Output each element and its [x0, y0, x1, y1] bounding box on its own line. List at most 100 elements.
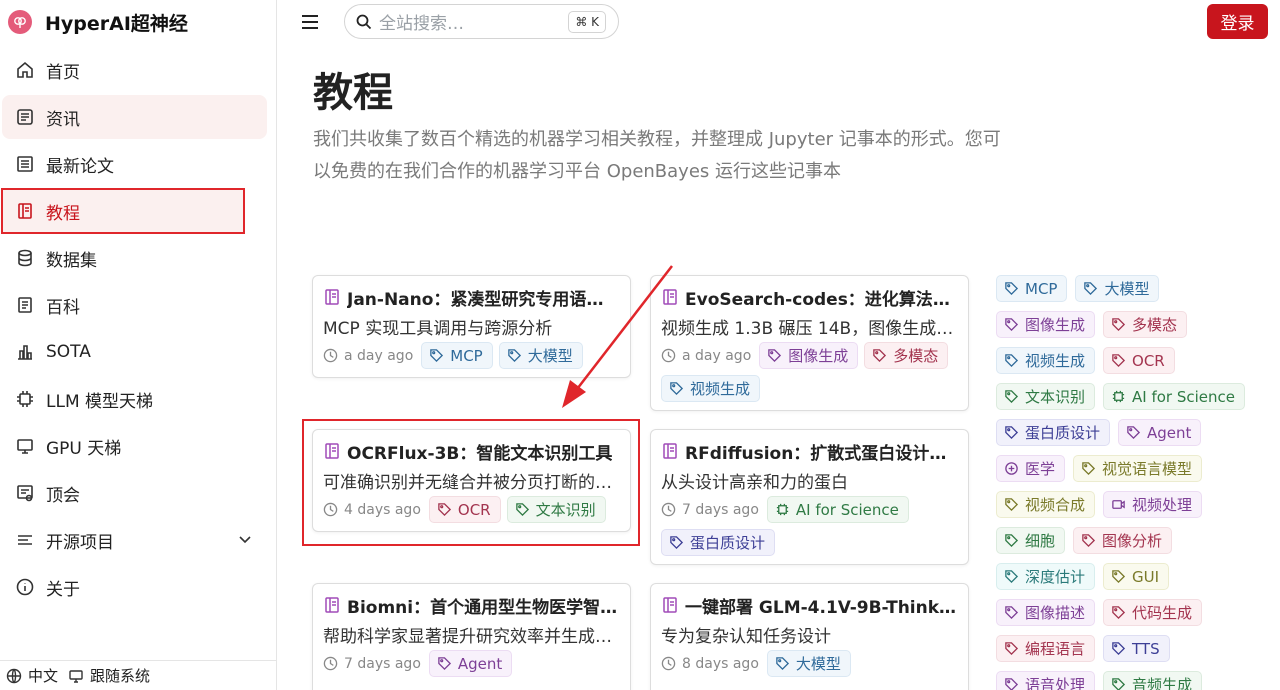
sidebar-item-sota[interactable]: SOTA	[2, 330, 267, 374]
monitor-icon	[69, 669, 83, 683]
tag-icon	[1005, 498, 1019, 512]
tag-chip[interactable]: AI for Science	[766, 496, 909, 523]
card-meta: 7 days ago Agent	[323, 650, 620, 677]
sidebar-item-label: 首页	[46, 62, 80, 83]
tag-chip[interactable]: 大模型	[1075, 275, 1160, 302]
sidebar-item-datasets[interactable]: 数据集	[2, 236, 267, 280]
search-input[interactable]: 全站搜索… ⌘ K	[344, 4, 619, 39]
tag-chip[interactable]: 蛋白质设计	[996, 419, 1111, 446]
tag-icon	[776, 657, 789, 671]
tag-icon	[1127, 426, 1141, 440]
tutorial-card[interactable]: Biomni：首个通用型生物医学智能体 帮助科学家显著提升研究效率并生成假设 7…	[312, 583, 631, 690]
paper-icon	[14, 153, 36, 175]
tag-chip[interactable]: OCR	[1103, 347, 1175, 374]
tag-icon	[1084, 282, 1098, 296]
tag-chip[interactable]: 视觉语言模型	[1073, 455, 1203, 482]
sidebar-item-label: SOTA	[46, 342, 91, 362]
tag-cloud: MCP 大模型 图像生成 多模态 视频生成 OCR 文本识别 AI for Sc…	[996, 275, 1266, 690]
tag-chip[interactable]: 视频合成	[996, 491, 1096, 518]
tag-chip[interactable]: TTS	[1103, 635, 1170, 662]
tag-chip[interactable]: 视频处理	[1103, 491, 1203, 518]
sidebar-item-label: 关于	[46, 579, 80, 600]
search-icon	[356, 14, 372, 29]
card-title: 一键部署 GLM-4.1V-9B-Thinking	[661, 594, 958, 616]
tag-chip[interactable]: 细胞	[996, 527, 1066, 554]
tag-icon	[1005, 426, 1019, 440]
video-icon	[1112, 500, 1125, 509]
theme-switch[interactable]: 跟随系统	[68, 665, 150, 686]
globe-icon	[6, 668, 22, 683]
tag-chip[interactable]: Agent	[428, 650, 513, 677]
sidebar-item-label: 开源项目	[46, 532, 114, 553]
search-placeholder: 全站搜索…	[379, 14, 464, 34]
tag-icon	[873, 349, 887, 363]
sidebar-item-about[interactable]: 关于	[2, 565, 267, 609]
card-subtitle: 专为复杂认知任务设计	[661, 627, 831, 646]
chip-icon	[776, 503, 789, 516]
tag-icon	[768, 349, 782, 363]
tag-chip[interactable]: 图像描述	[996, 599, 1096, 626]
brand[interactable]: HyperAI超神经	[8, 8, 188, 36]
home-icon	[14, 59, 36, 81]
tag-chip[interactable]: 图像分析	[1073, 527, 1173, 554]
tag-chip[interactable]: Agent	[1118, 419, 1202, 446]
tag-chip[interactable]: 语音处理	[996, 671, 1096, 690]
sidebar-item-llm-ladder[interactable]: LLM 模型天梯	[2, 377, 267, 421]
tag-chip[interactable]: 大模型	[766, 650, 851, 677]
menu-icon[interactable]	[298, 10, 322, 34]
tag-chip[interactable]: 图像生成	[996, 311, 1096, 338]
sidebar-item-gpu-ladder[interactable]: GPU 天梯	[2, 424, 267, 468]
tag-chip[interactable]: 多模态	[1103, 311, 1188, 338]
wiki-icon	[14, 294, 36, 316]
tag-chip[interactable]: 代码生成	[1103, 599, 1203, 626]
language-switch[interactable]: 中文	[6, 665, 58, 686]
card-time: 8 days ago	[661, 656, 759, 672]
card-subtitle: 从头设计高亲和力的蛋白	[661, 473, 848, 492]
tag-chip[interactable]: AI for Science	[1103, 383, 1246, 410]
tag-chip[interactable]: 深度估计	[996, 563, 1096, 590]
tag-icon	[1112, 606, 1126, 620]
tag-icon	[1082, 534, 1096, 548]
book-icon	[14, 200, 36, 222]
tag-icon	[1005, 678, 1019, 690]
sidebar-item-wiki[interactable]: 百科	[2, 283, 267, 327]
tag-chip[interactable]: 编程语言	[996, 635, 1096, 662]
tag-chip[interactable]: 视频生成	[996, 347, 1096, 374]
chevron-down-icon[interactable]	[237, 531, 253, 547]
tag-chip[interactable]: 蛋白质设计	[661, 529, 776, 556]
tag-chip[interactable]: 音频生成	[1103, 671, 1203, 690]
tag-chip[interactable]: 多模态	[864, 342, 949, 369]
card-time: 7 days ago	[323, 656, 421, 672]
sidebar-item-open-source[interactable]: 开源项目	[2, 518, 267, 562]
card-title: RFdiffusion：扩散式蛋白设计框架	[661, 440, 958, 462]
tag-icon	[438, 657, 451, 671]
sidebar-item-news[interactable]: 资讯	[2, 95, 267, 139]
list-icon	[14, 529, 36, 551]
sidebar-item-papers[interactable]: 最新论文	[2, 142, 267, 186]
login-button[interactable]: 登录	[1207, 4, 1268, 39]
tutorial-card[interactable]: RFdiffusion：扩散式蛋白设计框架 从头设计高亲和力的蛋白 7 days…	[650, 429, 969, 565]
tag-chip[interactable]: MCP	[996, 275, 1068, 302]
search-shortcut: ⌘ K	[568, 11, 606, 33]
tag-chip[interactable]: MCP	[421, 342, 493, 369]
tag-chip[interactable]: 文本识别	[996, 383, 1096, 410]
monitor-icon	[14, 435, 36, 457]
tag-chip[interactable]: 医学	[996, 455, 1066, 482]
card-subtitle: 帮助科学家显著提升研究效率并生成假设	[323, 627, 620, 646]
tutorial-card[interactable]: 一键部署 GLM-4.1V-9B-Thinking 专为复杂认知任务设计 8 d…	[650, 583, 969, 690]
highlight-box	[302, 419, 640, 546]
tag-chip[interactable]: 图像生成	[759, 342, 859, 369]
sidebar-item-conferences[interactable]: 顶会	[2, 471, 267, 515]
tag-icon	[1005, 570, 1019, 584]
sidebar-item-tutorials[interactable]: 教程	[1, 188, 245, 234]
sidebar-nav: 首页 资讯 最新论文 教程 数据集 百科 SOTA LLM 模型天梯 GPU 天…	[0, 48, 277, 612]
tutorial-card[interactable]: EvoSearch-codes：进化算法框架 视频生成 1.3B 碾压 14B，…	[650, 275, 969, 411]
notebook-icon	[663, 443, 677, 459]
brain-logo-icon	[8, 10, 32, 34]
page-title: 教程	[313, 70, 393, 116]
database-icon	[14, 247, 36, 269]
sidebar-item-label: 最新论文	[46, 156, 114, 177]
tag-chip[interactable]: GUI	[1103, 563, 1170, 590]
sidebar-item-home[interactable]: 首页	[2, 48, 267, 92]
conference-icon	[14, 482, 36, 504]
